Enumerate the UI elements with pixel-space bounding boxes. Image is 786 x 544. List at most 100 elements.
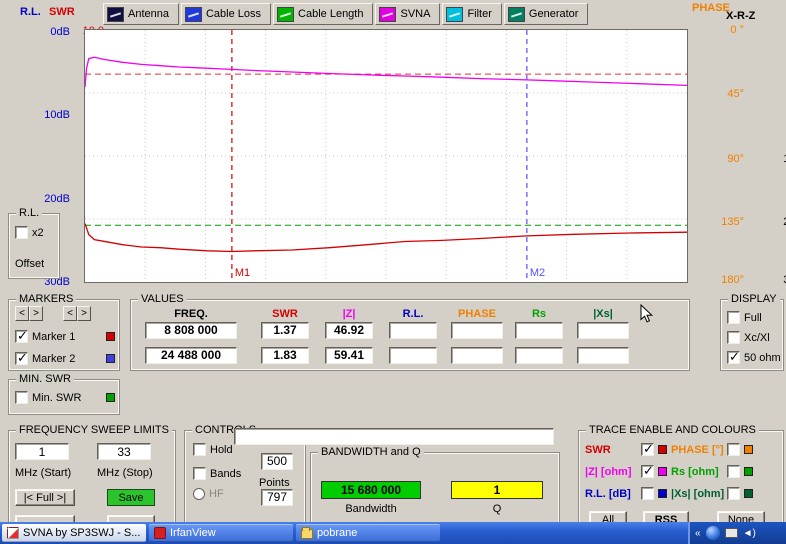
column-header-rl: R.L. (389, 308, 437, 320)
toolbar-label-cable-loss: Cable Loss (206, 8, 261, 20)
toolbar-button-filter[interactable]: Filter (442, 3, 501, 25)
save-button[interactable]: Save (107, 489, 155, 506)
hf-label: HF (209, 488, 224, 500)
points-count-box: 797 (261, 489, 293, 506)
start-freq-input[interactable] (15, 443, 69, 460)
taskbar-window-pobrane-label: pobrane (317, 527, 357, 539)
bands-label: Bands (210, 468, 241, 480)
language-orb-icon[interactable] (706, 526, 720, 540)
svna-icon (379, 7, 396, 22)
collapse-chevron-icon[interactable]: « (695, 528, 701, 539)
frequency-entry-field[interactable] (234, 428, 554, 445)
column-header-rs: Rs (515, 308, 563, 320)
toolbar-label-generator: Generator (529, 8, 579, 20)
offset-label: Offset (15, 258, 44, 270)
full-checkbox[interactable] (727, 311, 740, 324)
taskbar-window-pobrane[interactable]: pobrane (296, 524, 440, 542)
folder-icon (301, 529, 313, 539)
markers-panel: MARKERS < > < > Marker 1 Marker 2 (8, 299, 120, 371)
bandwidth-label: Bandwidth (321, 503, 421, 515)
phase-trace-checkbox[interactable] (727, 443, 740, 456)
bands-checkbox[interactable] (193, 467, 206, 480)
toolbar-button-svna[interactable]: SVNA (375, 3, 440, 25)
stop-freq-input[interactable] (97, 443, 151, 460)
marker1-next-button[interactable]: > (29, 306, 43, 321)
toolbar-button-generator[interactable]: Generator (504, 3, 589, 25)
display-panel-title: DISPLAY (728, 293, 780, 305)
marker1-rl-value (389, 322, 437, 339)
marker-label-M1: M1 (235, 267, 250, 279)
hold-checkbox[interactable] (193, 443, 206, 456)
marker-label-M2: M2 (530, 267, 545, 279)
toolbar-button-cable-loss[interactable]: Cable Loss (181, 3, 271, 25)
keyboard-icon[interactable] (725, 528, 738, 538)
min-swr-color-swatch[interactable] (106, 393, 115, 402)
q-label: Q (451, 503, 543, 515)
swr-trace-checkbox[interactable] (641, 443, 654, 456)
marker2-rl-value (389, 347, 437, 364)
marker2-color-swatch[interactable] (106, 354, 115, 363)
50ohm-checkbox[interactable] (727, 351, 740, 364)
taskbar-window-svna-label: SVNA by SP3SWJ - S... (23, 527, 140, 539)
axis-tick: 75 ohm (778, 89, 786, 101)
xcxl-checkbox[interactable] (727, 331, 740, 344)
rl-trace-label: R.L. [dB] (585, 488, 637, 500)
min-swr-panel-title: MIN. SWR (16, 373, 74, 385)
marker2-checkbox[interactable] (15, 352, 28, 365)
q-value: 1 (451, 481, 543, 499)
marker1-prev-button[interactable]: < (15, 306, 29, 321)
points-value-box[interactable]: 500 (261, 453, 293, 470)
full-range-button[interactable]: |< Full >| (15, 489, 75, 506)
hf-radio[interactable] (193, 488, 205, 500)
taskbar-window-svna[interactable]: SVNA by SP3SWJ - S... (2, 524, 146, 542)
rl-trace-color-swatch[interactable] (658, 489, 667, 498)
xs-trace-color-swatch[interactable] (744, 489, 753, 498)
marker1-phase-value (451, 322, 503, 339)
x2-checkbox[interactable] (15, 226, 28, 239)
swr-trace-label: SWR (585, 444, 637, 456)
swr-trace-color-swatch[interactable] (658, 445, 667, 454)
marker1-color-swatch[interactable] (106, 332, 115, 341)
rl-trace-checkbox[interactable] (641, 487, 654, 500)
rl-panel-title: R.L. (16, 207, 42, 219)
rs-trace-color-swatch[interactable] (744, 467, 753, 476)
volume-icon[interactable]: ◄) (743, 528, 756, 539)
z-trace-color-swatch[interactable] (658, 467, 667, 476)
phase-axis-header: PHASE (692, 2, 730, 14)
marker2-xs-value (577, 347, 629, 364)
marker1-rs-value (515, 322, 563, 339)
taskbar-window-irfanview-label: IrfanView (170, 527, 216, 539)
column-header-swr: SWR (261, 308, 309, 320)
xs-trace-label: |Xs| [ohm] (671, 488, 723, 500)
z-trace-checkbox[interactable] (641, 465, 654, 478)
rs-trace-checkbox[interactable] (727, 465, 740, 478)
column-header-freq: FREQ. (145, 308, 237, 320)
marker2-prev-button[interactable]: < (63, 306, 77, 321)
toolbar-label-filter: Filter (467, 8, 491, 20)
toolbar-button-cable-length[interactable]: Cable Length (273, 3, 373, 25)
phase-axis-ticks: 0 °45°90°135°180° (692, 29, 718, 283)
trace-entry-rs: Rs [ohm] (671, 465, 753, 478)
xs-trace-checkbox[interactable] (727, 487, 740, 500)
filter-icon (446, 7, 463, 22)
marker2-swr-value: 1.83 (261, 347, 309, 364)
min-swr-checkbox[interactable] (15, 391, 28, 404)
marker2-next-button[interactable]: > (77, 306, 91, 321)
marker1-checkbox[interactable] (15, 330, 28, 343)
phase-trace-color-swatch[interactable] (744, 445, 753, 454)
points-label: Points (259, 477, 290, 489)
marker2-z-value: 59.41 (325, 347, 373, 364)
trace-entry-xs: |Xs| [ohm] (671, 487, 753, 500)
marker1-freq-value: 8 808 000 (145, 322, 237, 339)
axis-tick: 0 ohm (778, 25, 786, 37)
trace-panel-title: TRACE ENABLE AND COLOURS (586, 424, 759, 436)
system-tray: « ◄) (688, 522, 786, 544)
values-panel: VALUES FREQ. SWR |Z| R.L. PHASE Rs |Xs| … (130, 299, 690, 371)
app-window: R.L. SWR PHASE X-R-Z Antenna Cable Loss … (0, 0, 786, 544)
chart-area[interactable]: M1 M2 (84, 29, 688, 283)
axis-tick: 300 ohm (778, 274, 786, 286)
taskbar-window-irfanview[interactable]: IrfanView (149, 524, 293, 542)
toolbar-button-antenna[interactable]: Antenna (103, 3, 179, 25)
cable-loss-icon (185, 7, 202, 22)
column-header-xs: |Xs| (577, 308, 629, 320)
